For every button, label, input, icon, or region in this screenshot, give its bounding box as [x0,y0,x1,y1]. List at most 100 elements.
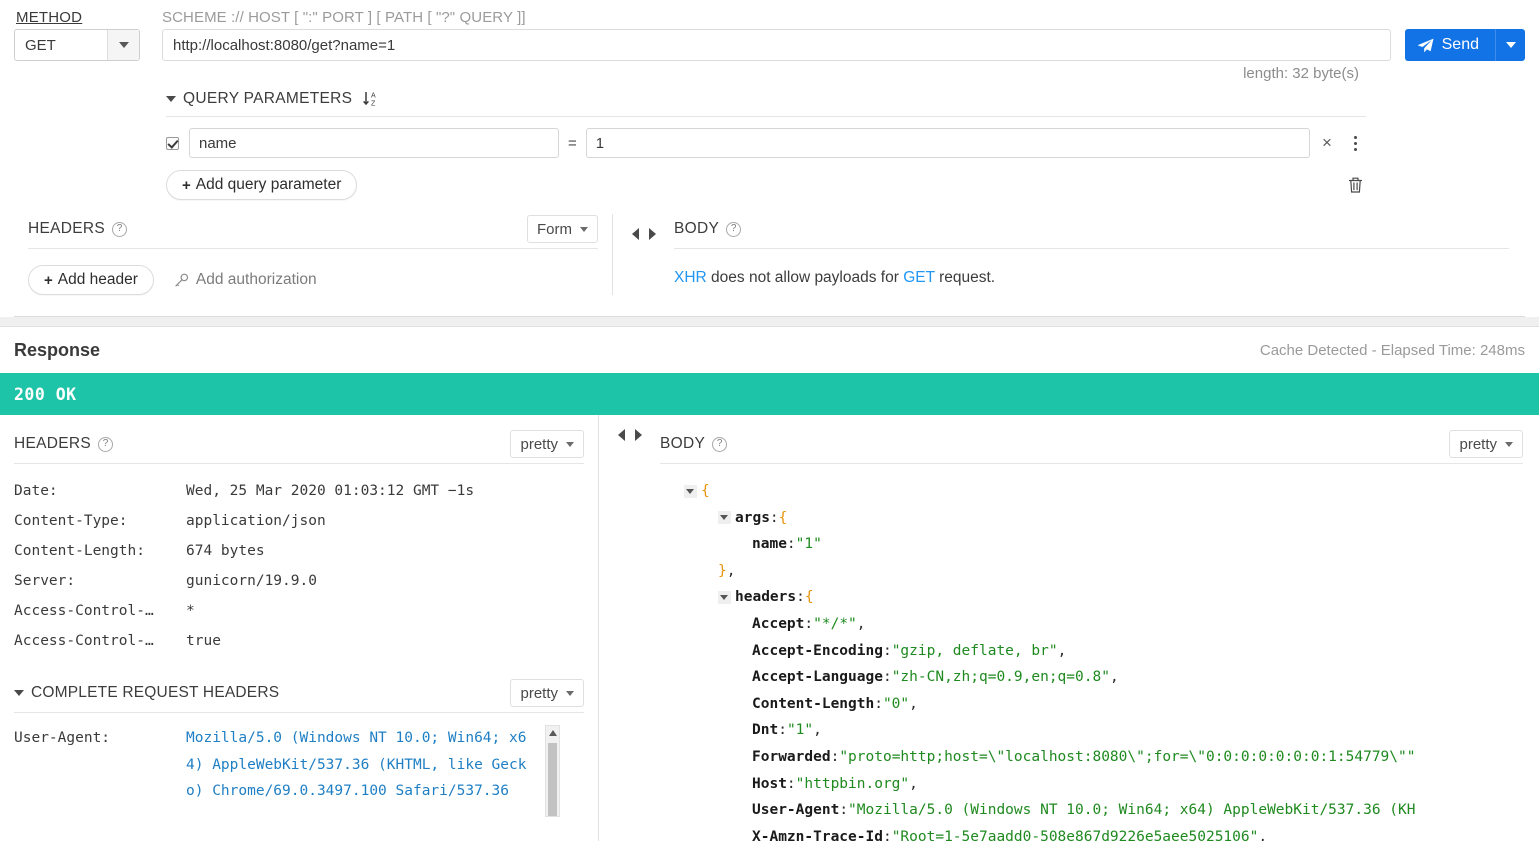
section-separator [0,317,1539,327]
header-value: Wed, 25 Mar 2020 01:03:12 GMT −1s [186,483,475,499]
json-collapse-toggle-icon[interactable] [718,511,731,525]
json-comma: , [1057,642,1067,659]
header-value: * [186,603,195,619]
response-headers-format-dropdown[interactable]: pretty [510,430,584,458]
json-line: Accept-Language : "zh-CN,zh;q=0.9,en;q=0… [660,664,1523,691]
header-key: Access-Control-… [14,603,154,619]
json-comma: , [909,695,918,712]
scrollbar-thumb[interactable] [548,743,557,816]
query-parameter-more-icon[interactable] [1344,135,1366,151]
request-body-title: BODY [674,220,720,237]
json-comma: , [1258,828,1268,841]
sort-alpha-down-icon[interactable]: A Z [362,90,380,108]
complete-request-headers-header[interactable]: COMPLETE REQUEST HEADERS pretty [14,678,584,708]
json-value: "gzip, deflate, br" [891,642,1058,659]
svg-text:Z: Z [371,100,376,107]
add-authorization-label: Add authorization [195,271,317,288]
json-comma: , [909,775,918,792]
request-input-row: GET http://localhost:8080/get?name=1 Sen… [14,29,1525,61]
add-query-parameter-button[interactable]: + Add query parameter [166,170,358,200]
json-collapse-toggle-icon[interactable] [684,484,697,498]
response-split: HEADERS ? pretty Date: Wed, 25 Mar 2020 … [0,415,1539,841]
add-query-parameter-label: Add query parameter [195,176,342,193]
query-parameter-enabled-checkbox[interactable] [166,136,179,150]
svg-text:A: A [371,93,376,100]
json-colon: : [882,828,892,841]
help-icon[interactable]: ? [712,436,728,452]
json-key: headers [735,589,797,606]
xhr-link[interactable]: XHR [674,269,707,286]
json-colon: : [796,589,805,606]
json-key: args [735,509,770,526]
query-parameter-key-value: name [199,134,237,152]
help-icon[interactable]: ? [112,221,128,237]
request-headers-body-split: HEADERS ? Form + Add header Add authoriz… [14,214,1525,295]
json-brace: { [701,483,710,499]
header-key: Content-Length: [14,543,145,559]
trash-icon[interactable] [1347,176,1366,194]
json-colon: : [839,802,849,819]
query-parameter-value-input[interactable]: 1 [585,128,1310,158]
json-key: Host [752,775,787,792]
json-line: headers : { [660,584,1523,611]
chevron-down-icon[interactable] [166,96,176,102]
response-header: Response Cache Detected - Elapsed Time: … [0,327,1539,373]
divider [28,248,598,249]
header-value: 674 bytes [186,543,265,559]
json-comma: , [856,615,866,632]
json-colon: : [778,722,787,739]
url-input[interactable]: http://localhost:8080/get?name=1 [162,29,1391,61]
help-icon[interactable]: ? [726,221,742,237]
json-colon: : [769,509,779,526]
json-key: name [752,536,787,553]
response-body-format-dropdown[interactable]: pretty [1449,430,1523,458]
json-collapse-toggle-icon[interactable] [718,591,731,605]
collapse-right-icon[interactable] [648,228,656,240]
add-query-parameter-row: + Add query parameter [166,170,1366,200]
remove-query-parameter-button[interactable]: × [1310,133,1344,153]
collapse-right-icon[interactable] [634,429,642,441]
send-button[interactable]: Send [1404,29,1495,61]
collapse-left-icon[interactable] [631,228,639,240]
json-value: "1" [786,722,814,739]
request-headers-format-dropdown[interactable]: Form [527,215,598,243]
json-line: User-Agent : "Mozilla/5.0 (Windows NT 10… [660,797,1523,824]
method-select[interactable]: GET [14,29,140,61]
json-value: "Mozilla/5.0 (Windows NT 10.0; Win64; x6… [848,802,1416,819]
add-header-button[interactable]: + Add header [28,265,154,295]
query-parameter-value-value: 1 [595,134,605,152]
get-method-link[interactable]: GET [903,269,935,286]
query-parameters-title: QUERY PARAMETERS [183,90,353,107]
response-headers-panel: HEADERS ? pretty Date: Wed, 25 Mar 2020 … [0,415,598,841]
response-meta: Cache Detected - Elapsed Time: 248ms [1259,341,1525,359]
equals-sign: = [568,134,577,152]
chevron-down-icon[interactable] [14,690,24,696]
query-parameter-key-input[interactable]: name [189,128,559,158]
request-field-labels: METHOD SCHEME :// HOST [ ":" PORT ] [ PA… [14,0,1525,26]
query-parameters-header[interactable]: QUERY PARAMETERS A Z [166,88,1366,110]
json-value: "0" [882,695,910,712]
scroll-up-icon[interactable] [549,730,557,736]
json-line: Content-Length : "0", [660,691,1523,718]
response-body-json-tree: {args : {name : "1"}, headers : {Accept :… [660,478,1523,841]
response-headers-header: HEADERS ? pretty [14,429,584,459]
user-agent-scrollbar[interactable] [545,725,560,817]
json-line: }, [660,558,1523,585]
table-row: Content-Length: 674 bytes [14,536,584,566]
request-body-panel: BODY ? XHR does not allow payloads for G… [674,214,1525,295]
help-icon[interactable]: ? [98,436,114,452]
collapse-left-icon[interactable] [617,429,625,441]
json-value: "zh-CN,zh;q=0.9,en;q=0.8" [891,669,1110,686]
query-parameter-row: name = 1 × [166,128,1366,158]
add-authorization-button[interactable]: Add authorization [174,271,317,289]
send-options-button[interactable] [1495,29,1525,61]
header-key: Content-Type: [14,513,128,529]
complete-request-headers-format-dropdown[interactable]: pretty [510,679,584,707]
json-line: Accept-Encoding : "gzip, deflate, br", [660,638,1523,665]
json-key: Accept [752,615,805,632]
header-key: Server: [14,573,76,589]
json-key: Dnt [752,722,779,739]
chevron-down-icon[interactable] [107,30,139,60]
paper-plane-icon [1417,38,1434,53]
request-header-actions: + Add header Add authorization [28,265,598,295]
